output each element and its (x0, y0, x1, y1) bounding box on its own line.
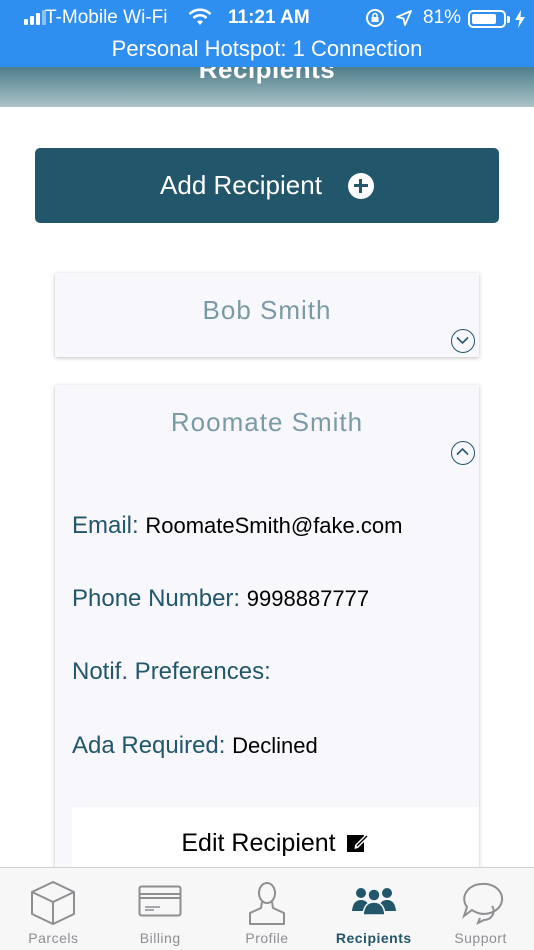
chat-bubbles-icon (458, 880, 504, 931)
tab-label: Billing (139, 930, 181, 946)
tab-recipients[interactable]: Recipients (320, 868, 427, 950)
tab-parcels[interactable]: Parcels (0, 868, 107, 950)
ada-label: Ada Required: (72, 732, 226, 759)
phone-row: Phone Number: 9998887777 (72, 585, 369, 613)
phone-value: 9998887777 (246, 586, 370, 611)
battery-percent: 81% (423, 7, 462, 28)
tab-label: Recipients (335, 930, 412, 946)
rotation-lock-icon (365, 8, 385, 33)
page-title: Recipients (198, 67, 336, 84)
notif-preferences-row: Notif. Preferences: (72, 658, 271, 686)
group-icon (351, 884, 397, 921)
charging-bolt-icon (514, 10, 526, 33)
tab-label: Profile (245, 930, 289, 946)
recipient-name: Roomate Smith (170, 407, 364, 437)
battery-tip (507, 16, 510, 23)
recipient-card[interactable]: Roomate Smith Email: RoomateSmith@fake.c… (55, 385, 479, 905)
box-icon (29, 880, 77, 931)
page-header: Recipients (0, 67, 534, 107)
phone-label: Phone Number: (72, 585, 241, 612)
person-icon (247, 880, 287, 931)
clock: 11:21 AM (228, 7, 310, 28)
card-icon (138, 885, 182, 922)
plus-circle-icon (347, 172, 374, 199)
recipient-name: Bob Smith (202, 295, 332, 325)
wifi-icon (188, 8, 212, 31)
ada-value: Declined (232, 733, 318, 758)
add-recipient-button[interactable]: Add Recipient (35, 148, 499, 223)
email-row: Email: RoomateSmith@fake.com (72, 512, 402, 540)
ada-row: Ada Required: Declined (72, 732, 318, 760)
chevron-up-icon[interactable] (451, 441, 475, 465)
hotspot-banner[interactable]: Personal Hotspot: 1 Connection (0, 36, 534, 62)
tab-label: Parcels (28, 930, 79, 946)
recipient-card[interactable]: Bob Smith (55, 273, 479, 357)
tab-support[interactable]: Support (427, 868, 534, 950)
battery-icon (468, 10, 506, 28)
email-value: RoomateSmith@fake.com (145, 513, 403, 538)
email-label: Email: (72, 512, 139, 539)
tab-profile[interactable]: Profile (214, 868, 321, 950)
tab-bar: Parcels Billing Profile Recipients Suppo… (0, 867, 534, 950)
add-recipient-label: Add Recipient (160, 170, 322, 200)
carrier-name: T-Mobile Wi-Fi (45, 7, 168, 28)
tab-label: Support (454, 930, 507, 946)
edit-icon (346, 831, 370, 860)
edit-recipient-label: Edit Recipient (181, 829, 336, 857)
notif-preferences-label: Notif. Preferences: (72, 658, 271, 685)
signal-strength-icon (24, 9, 46, 25)
tab-billing[interactable]: Billing (107, 868, 214, 950)
location-arrow-icon (395, 9, 413, 32)
status-bar: T-Mobile Wi-Fi 11:21 AM 81% Personal Hot… (0, 0, 534, 67)
chevron-down-icon[interactable] (451, 329, 475, 353)
